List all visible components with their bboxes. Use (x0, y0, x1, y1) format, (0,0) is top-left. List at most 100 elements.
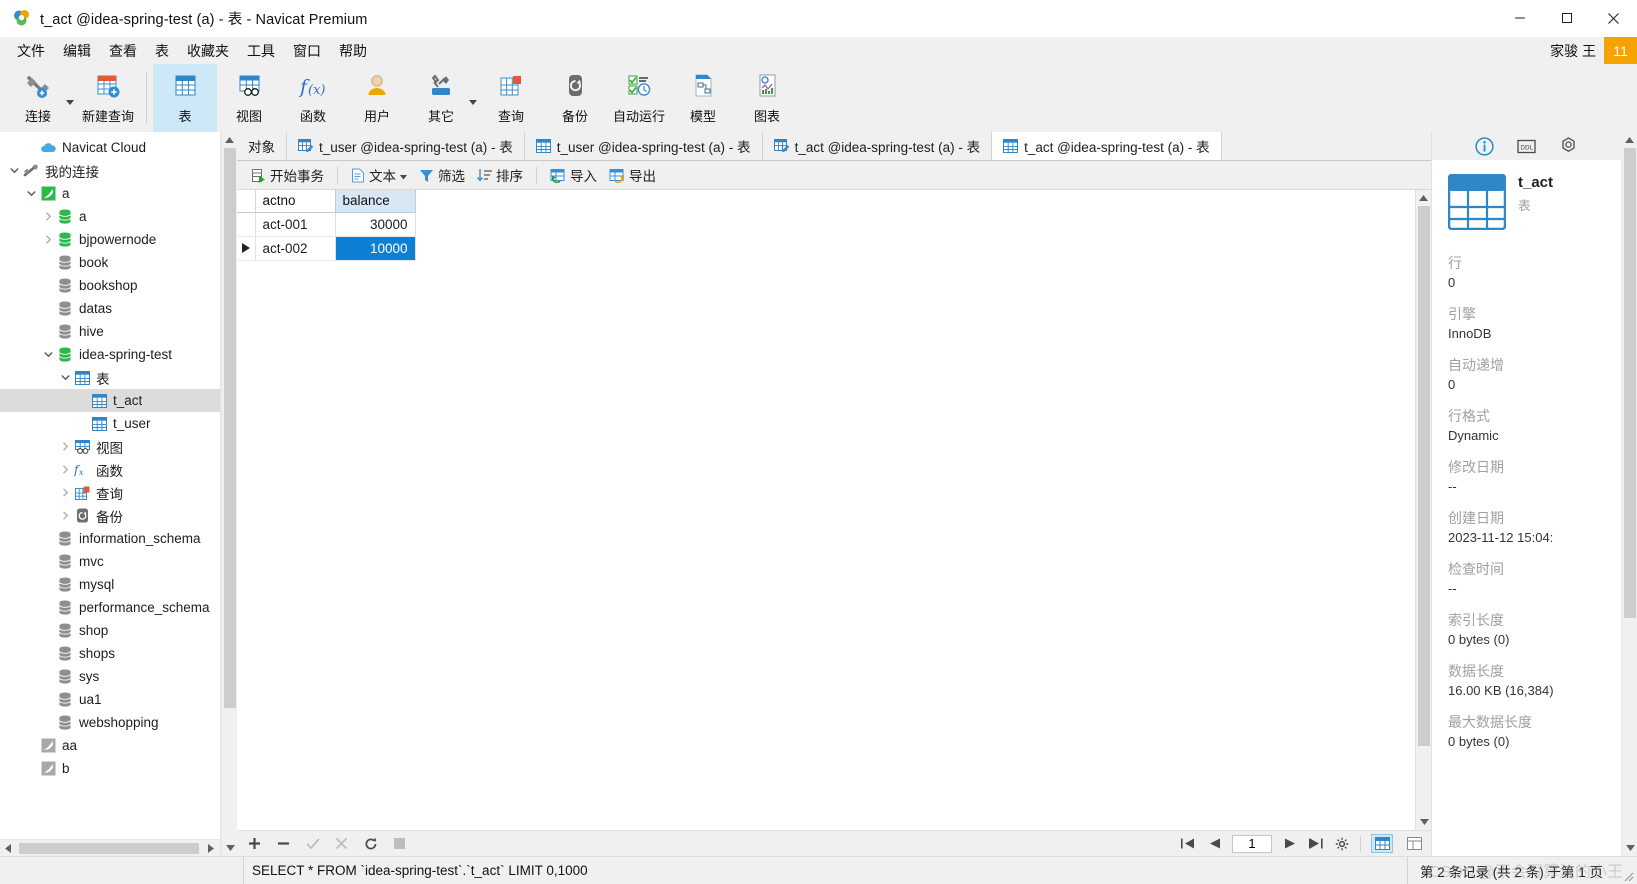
other-dropdown-caret-icon[interactable] (469, 64, 478, 132)
toolbar-button-user[interactable]: 用户 (345, 64, 409, 132)
scroll-right-icon[interactable] (203, 840, 220, 857)
tree-item-datas[interactable]: datas (0, 297, 220, 320)
tree-twisty-icon[interactable] (40, 212, 56, 221)
tree-twisty-icon[interactable] (57, 488, 73, 497)
tree-item-hive[interactable]: hive (0, 320, 220, 343)
toolbar-button-function[interactable]: f (x) 函数 (281, 64, 345, 132)
cell-balance[interactable]: 10000 (335, 236, 416, 261)
grid-scroll-down-icon[interactable] (1416, 814, 1432, 830)
tree-item-webshopping[interactable]: webshopping (0, 711, 220, 734)
tree-item-mvc[interactable]: mvc (0, 550, 220, 573)
page-number-input[interactable] (1232, 834, 1272, 853)
sidebar-vertical-scrollbar[interactable] (221, 132, 237, 856)
last-page-button[interactable] (1308, 836, 1324, 852)
tab-0[interactable]: 对象 (237, 132, 287, 160)
scroll-thumb[interactable] (224, 148, 236, 708)
data-grid-area[interactable]: actno balance act-001 30000 act-002 10000 (237, 190, 1415, 830)
data-grid[interactable]: actno balance act-001 30000 act-002 10000 (237, 190, 416, 261)
apply-change-button[interactable] (305, 836, 320, 851)
toolbar-button-view[interactable]: 视图 (217, 64, 281, 132)
toolbar-button-connection[interactable]: 连接 (6, 64, 70, 132)
text-button[interactable]: 文本 (345, 163, 413, 187)
tree-item--[interactable]: 视图 (0, 435, 220, 458)
tree-item-navicat-cloud[interactable]: Navicat Cloud (0, 136, 220, 159)
delete-record-button[interactable] (276, 836, 291, 851)
tree-item-performance_schema[interactable]: performance_schema (0, 596, 220, 619)
toolbar-button-new-query[interactable]: 新建查询 (76, 64, 140, 132)
toolbar-button-automation[interactable]: 自动运行 (607, 64, 671, 132)
tree-item--[interactable]: 我的连接 (0, 159, 220, 182)
first-page-button[interactable] (1180, 836, 1196, 852)
form-view-button[interactable] (1403, 834, 1425, 853)
tree-twisty-icon[interactable] (40, 235, 56, 244)
tree-item-information_schema[interactable]: information_schema (0, 527, 220, 550)
menu-tools[interactable]: 工具 (238, 38, 284, 64)
tree-item--[interactable]: f x 函数 (0, 458, 220, 481)
connection-dropdown-caret-icon[interactable] (66, 64, 74, 132)
next-page-button[interactable] (1282, 836, 1298, 852)
toolbar-button-chart[interactable]: 图表 (735, 64, 799, 132)
toolbar-button-other[interactable]: 其它 (409, 64, 473, 132)
tree-item-mysql[interactable]: mysql (0, 573, 220, 596)
grid-scroll-up-icon[interactable] (1416, 190, 1431, 206)
menu-help[interactable]: 帮助 (330, 38, 376, 64)
tab-bar[interactable]: 对象 t_user @idea-spring-test (a) - 表 t_user… (237, 132, 1431, 161)
menu-file[interactable]: 文件 (8, 38, 54, 64)
cell-balance[interactable]: 30000 (335, 212, 416, 237)
sidebar-horizontal-scrollbar[interactable] (0, 839, 220, 857)
tree-twisty-icon[interactable] (40, 351, 56, 358)
tree-twisty-icon[interactable] (6, 167, 22, 174)
tree-item-sys[interactable]: sys (0, 665, 220, 688)
notification-badge[interactable]: 11 (1604, 37, 1637, 64)
info-tab[interactable] (1475, 136, 1495, 156)
tree-twisty-icon[interactable] (57, 374, 73, 381)
maximize-button[interactable] (1543, 0, 1590, 37)
gear-icon[interactable] (1559, 136, 1579, 156)
filter-button[interactable]: 筛选 (413, 163, 471, 187)
begin-transaction-button[interactable]: 开始事务 (245, 163, 330, 187)
info-panel-scrollbar[interactable] (1621, 132, 1637, 856)
tree-item-t_user[interactable]: t_user (0, 412, 220, 435)
tree-item-bookshop[interactable]: bookshop (0, 274, 220, 297)
export-button[interactable]: 导出 (603, 163, 662, 187)
menu-window[interactable]: 窗口 (284, 38, 330, 64)
tree-item-a[interactable]: a (0, 182, 220, 205)
scroll-down-icon[interactable] (222, 840, 238, 856)
sort-button[interactable]: 排序 (471, 163, 529, 187)
close-button[interactable] (1590, 0, 1637, 37)
grid-scroll-thumb[interactable] (1418, 206, 1430, 746)
tree-item-aa[interactable]: aa (0, 734, 220, 757)
tab-4[interactable]: t_act @idea-spring-test (a) - 表 (992, 132, 1222, 160)
tab-1[interactable]: t_user @idea-spring-test (a) - 表 (287, 132, 525, 160)
tree-item-ua1[interactable]: ua1 (0, 688, 220, 711)
object-tree[interactable]: Navicat Cloud 我的连接 a a bjpowernode book booksh… (0, 132, 220, 839)
table-row[interactable]: act-002 10000 (237, 236, 416, 261)
tree-item-bjpowernode[interactable]: bjpowernode (0, 228, 220, 251)
import-button[interactable]: 导入 (544, 163, 603, 187)
tree-item-idea-spring-test[interactable]: idea-spring-test (0, 343, 220, 366)
tree-item-shop[interactable]: shop (0, 619, 220, 642)
add-record-button[interactable] (247, 836, 262, 851)
scroll-track[interactable] (17, 839, 203, 857)
column-header-balance[interactable]: balance (335, 190, 416, 213)
tree-item-b[interactable]: b (0, 757, 220, 780)
tree-item-book[interactable]: book (0, 251, 220, 274)
refresh-button[interactable] (363, 836, 378, 851)
toolbar-button-query[interactable]: 查询 (479, 64, 543, 132)
cell-actno[interactable]: act-002 (255, 236, 336, 261)
menu-edit[interactable]: 编辑 (54, 38, 100, 64)
scroll-thumb[interactable] (19, 842, 199, 854)
grid-view-button[interactable] (1371, 834, 1393, 853)
table-row[interactable]: act-001 30000 (237, 212, 416, 237)
stop-button[interactable] (392, 836, 407, 851)
scroll-up-icon[interactable] (222, 132, 237, 148)
tree-twisty-icon[interactable] (57, 465, 73, 474)
tree-item-shops[interactable]: shops (0, 642, 220, 665)
tab-3[interactable]: t_act @idea-spring-test (a) - 表 (762, 132, 993, 160)
grid-vertical-scrollbar[interactable] (1415, 190, 1431, 830)
tree-item--[interactable]: 表 (0, 366, 220, 389)
tree-item-a[interactable]: a (0, 205, 220, 228)
column-header-actno[interactable]: actno (255, 190, 336, 213)
info-scroll-down-icon[interactable] (1622, 840, 1637, 856)
toolbar-button-table[interactable]: 表 (153, 64, 218, 132)
